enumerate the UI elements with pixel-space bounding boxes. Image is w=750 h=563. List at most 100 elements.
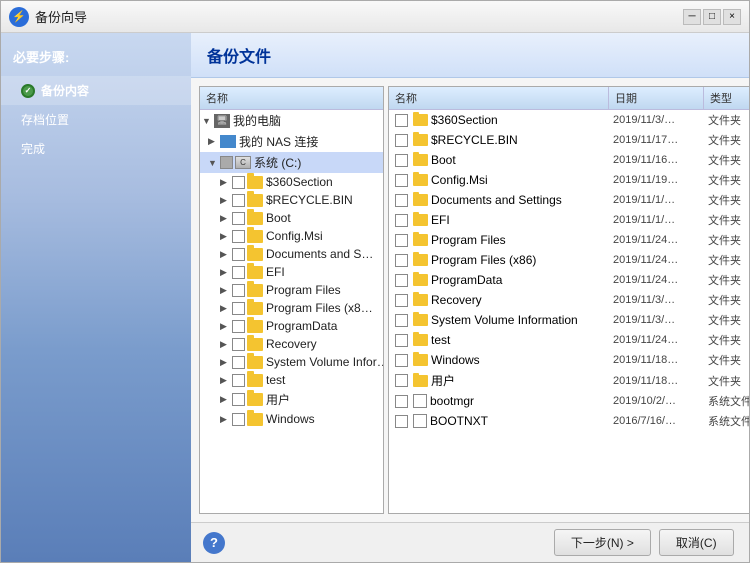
checkbox-recovery[interactable] [232, 338, 245, 351]
list-item[interactable]: ProgramData 2019/11/24… 文件夹 [389, 270, 749, 290]
file-checkbox[interactable] [395, 314, 408, 327]
list-item[interactable]: Config.Msi 2019/11/19… 文件夹 [389, 170, 749, 190]
cancel-button[interactable]: 取消(C) [659, 529, 734, 556]
tree-item-nas[interactable]: ▶ 我的 NAS 连接 [200, 131, 383, 152]
tree-item-programfiles[interactable]: ▶ Program Files [200, 281, 383, 299]
checkbox-efi[interactable] [232, 266, 245, 279]
file-row-date: 2019/10/2/… [609, 394, 704, 408]
checkbox-360[interactable] [232, 176, 245, 189]
folder-icon [413, 214, 428, 226]
list-item[interactable]: Recovery 2019/11/3/… 文件夹 [389, 290, 749, 310]
folder-icon [247, 284, 263, 297]
file-row-type: 系统文件 [704, 412, 749, 430]
tree-item-documents[interactable]: ▶ Documents and S… [200, 245, 383, 263]
file-checkbox[interactable] [395, 274, 408, 287]
file-row-name: Recovery [389, 292, 609, 308]
close-button[interactable]: × [723, 9, 741, 25]
file-checkbox[interactable] [395, 395, 408, 408]
file-checkbox[interactable] [395, 194, 408, 207]
tree-label-configmsi: Config.Msi [266, 229, 323, 243]
checkbox-pf[interactable] [232, 284, 245, 297]
file-checkbox[interactable] [395, 134, 408, 147]
file-row-date: 2019/11/18… [609, 374, 704, 388]
main-content: 必要步骤: 备份内容 存档位置 完成 备份文件 名称 [1, 33, 749, 562]
folder-icon [413, 234, 428, 246]
drive-c-icon: C [235, 156, 251, 169]
minimize-button[interactable]: ─ [683, 9, 701, 25]
tree-item-recycle[interactable]: ▶ $RECYCLE.BIN [200, 191, 383, 209]
file-checkbox[interactable] [395, 214, 408, 227]
file-checkbox[interactable] [395, 294, 408, 307]
expand-arrow: ▶ [220, 339, 232, 350]
checkbox-configmsi[interactable] [232, 230, 245, 243]
list-item[interactable]: $RECYCLE.BIN 2019/11/17… 文件夹 [389, 130, 749, 150]
list-item[interactable]: EFI 2019/11/1/… 文件夹 [389, 210, 749, 230]
list-item[interactable]: test 2019/11/24… 文件夹 [389, 330, 749, 350]
list-item[interactable]: BOOTNXT 2016/7/16/… 系统文件 [389, 411, 749, 431]
file-checkbox[interactable] [395, 415, 408, 428]
tree-item-my-computer[interactable]: ▼ 🖥 我的电脑 [200, 110, 383, 131]
checkbox-svi[interactable] [232, 356, 245, 369]
checkbox-drive-c[interactable] [220, 156, 233, 169]
checkbox-windows[interactable] [232, 413, 245, 426]
list-item[interactable]: Documents and Settings 2019/11/1/… 文件夹 [389, 190, 749, 210]
folder-icon [247, 413, 263, 426]
tree-item-programdata[interactable]: ▶ ProgramData [200, 317, 383, 335]
file-row-name: ProgramData [389, 272, 609, 288]
tree-item-boot[interactable]: ▶ Boot [200, 209, 383, 227]
tree-item-recovery[interactable]: ▶ Recovery [200, 335, 383, 353]
checkbox-pd[interactable] [232, 320, 245, 333]
file-row-date: 2019/11/24… [609, 273, 704, 287]
tree-label-pd: ProgramData [266, 319, 337, 333]
file-checkbox[interactable] [395, 154, 408, 167]
file-checkbox[interactable] [395, 354, 408, 367]
tree-item-programfiles-x86[interactable]: ▶ Program Files (x8… [200, 299, 383, 317]
list-item[interactable]: $360Section 2019/11/3/… 文件夹 [389, 110, 749, 130]
help-button[interactable]: ? [203, 532, 225, 554]
list-item[interactable]: Program Files 2019/11/24… 文件夹 [389, 230, 749, 250]
file-name-label: Config.Msi [431, 173, 488, 187]
checkbox-recycle[interactable] [232, 194, 245, 207]
list-item[interactable]: System Volume Information 2019/11/3/… 文件… [389, 310, 749, 330]
tree-label-svi: System Volume Infor… [266, 355, 384, 369]
file-checkbox[interactable] [395, 174, 408, 187]
checkbox-boot[interactable] [232, 212, 245, 225]
file-checkbox[interactable] [395, 254, 408, 267]
tree-item-user[interactable]: ▶ 用户 [200, 389, 383, 410]
tree-item-efi[interactable]: ▶ EFI [200, 263, 383, 281]
sidebar-item-complete[interactable]: 完成 [1, 134, 191, 163]
sidebar-item-backup-content[interactable]: 备份内容 [1, 76, 191, 105]
maximize-button[interactable]: □ [703, 9, 721, 25]
next-button[interactable]: 下一步(N) > [554, 529, 651, 556]
tree-item-sysvolinfo[interactable]: ▶ System Volume Infor… [200, 353, 383, 371]
checkbox-user[interactable] [232, 393, 245, 406]
list-item[interactable]: Windows 2019/11/18… 文件夹 [389, 350, 749, 370]
tree-item-360section[interactable]: ▶ $360Section [200, 173, 383, 191]
list-item[interactable]: 用户 2019/11/18… 文件夹 [389, 370, 749, 391]
list-item[interactable]: Program Files (x86) 2019/11/24… 文件夹 [389, 250, 749, 270]
file-checkbox[interactable] [395, 114, 408, 127]
checkbox-test[interactable] [232, 374, 245, 387]
folder-icon [247, 248, 263, 261]
checkbox-documents[interactable] [232, 248, 245, 261]
tree-label-documents: Documents and S… [266, 247, 373, 261]
sidebar-item-storage-location[interactable]: 存档位置 [1, 105, 191, 134]
checkbox-pfx86[interactable] [232, 302, 245, 315]
list-item[interactable]: Boot 2019/11/16… 文件夹 [389, 150, 749, 170]
tree-item-drive-c[interactable]: ▼ C 系统 (C:) [200, 152, 383, 173]
expand-arrow: ▶ [220, 213, 232, 224]
file-row-name: Program Files (x86) [389, 252, 609, 268]
file-row-name: Config.Msi [389, 172, 609, 188]
tree-label-recycle: $RECYCLE.BIN [266, 193, 353, 207]
file-rows-container: $360Section 2019/11/3/… 文件夹 $RECYCLE.BIN… [389, 110, 749, 431]
list-item[interactable]: bootmgr 2019/10/2/… 系统文件 [389, 391, 749, 411]
tree-item-windows[interactable]: ▶ Windows [200, 410, 383, 428]
file-checkbox[interactable] [395, 374, 408, 387]
file-checkbox[interactable] [395, 334, 408, 347]
tree-item-configmsi[interactable]: ▶ Config.Msi [200, 227, 383, 245]
folder-icon [413, 354, 428, 366]
file-checkbox[interactable] [395, 234, 408, 247]
file-row-type: 文件夹 [704, 311, 749, 329]
folder-icon [413, 375, 428, 387]
tree-item-test[interactable]: ▶ test [200, 371, 383, 389]
